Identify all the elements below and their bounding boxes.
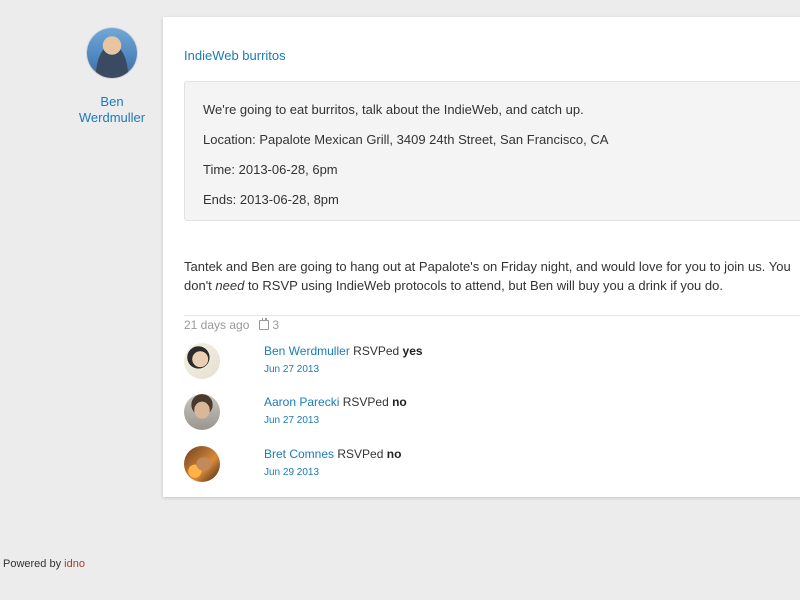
event-details: We're going to eat burritos, talk about …: [184, 81, 800, 221]
footer-prefix: Powered by: [3, 558, 65, 570]
event-description: We're going to eat burritos, talk about …: [203, 102, 584, 117]
event-location: Location: Papalote Mexican Grill, 3409 2…: [203, 132, 609, 147]
rsvp-answer: no: [392, 395, 407, 409]
author-block: Ben Werdmuller: [70, 28, 154, 126]
rsvp-count-value: 3: [272, 318, 280, 332]
post-card: IndieWeb burritos We're going to eat bur…: [163, 17, 800, 497]
rsvp-user-link[interactable]: Aaron Parecki: [264, 395, 339, 409]
rsvp-avatar[interactable]: [184, 394, 220, 430]
rsvp-user-link[interactable]: Ben Werdmuller: [264, 344, 350, 358]
post-body: Tantek and Ben are going to hang out at …: [184, 257, 800, 295]
event-time: Time: 2013-06-28, 6pm: [203, 162, 338, 177]
rsvp-date-link[interactable]: Jun 27 2013: [264, 415, 319, 426]
rsvp-verb: RSVPed: [353, 344, 400, 358]
meta-divider: [184, 315, 800, 316]
post-meta: 21 days ago 3: [184, 318, 279, 332]
footer: Powered by idno: [3, 558, 85, 570]
rsvp-date-link[interactable]: Jun 27 2013: [264, 364, 319, 375]
post-body-emphasis: need: [215, 278, 245, 293]
rsvp-item: Aaron Parecki RSVPed no Jun 27 2013: [184, 394, 784, 430]
rsvp-answer: yes: [402, 344, 423, 358]
event-ends: Ends: 2013-06-28, 8pm: [203, 192, 339, 207]
rsvp-count[interactable]: 3: [259, 318, 279, 332]
rsvp-date-link[interactable]: Jun 29 2013: [264, 467, 319, 478]
rsvp-answer: no: [386, 447, 402, 461]
post-body-part2: to RSVP using IndieWeb protocols to atte…: [244, 278, 723, 293]
rsvp-line: Bret Comnes RSVPed no: [264, 447, 401, 461]
footer-idno-link[interactable]: idno: [64, 558, 85, 570]
rsvp-avatar[interactable]: [184, 446, 220, 482]
post-title-link[interactable]: IndieWeb burritos: [184, 48, 286, 63]
post-age-link[interactable]: 21 days ago: [184, 318, 249, 332]
rsvp-avatar[interactable]: [184, 343, 220, 379]
rsvp-verb: RSVPed: [337, 447, 384, 461]
rsvp-item: Ben Werdmuller RSVPed yes Jun 27 2013: [184, 343, 784, 379]
rsvp-line: Aaron Parecki RSVPed no: [264, 395, 407, 409]
rsvp-line: Ben Werdmuller RSVPed yes: [264, 344, 423, 358]
author-name-link[interactable]: Ben Werdmuller: [70, 94, 154, 126]
author-avatar[interactable]: [87, 28, 137, 78]
calendar-icon: [259, 318, 270, 330]
rsvp-item: Bret Comnes RSVPed no Jun 29 2013: [184, 446, 784, 482]
rsvp-user-link[interactable]: Bret Comnes: [264, 447, 334, 461]
rsvp-verb: RSVPed: [342, 395, 389, 409]
